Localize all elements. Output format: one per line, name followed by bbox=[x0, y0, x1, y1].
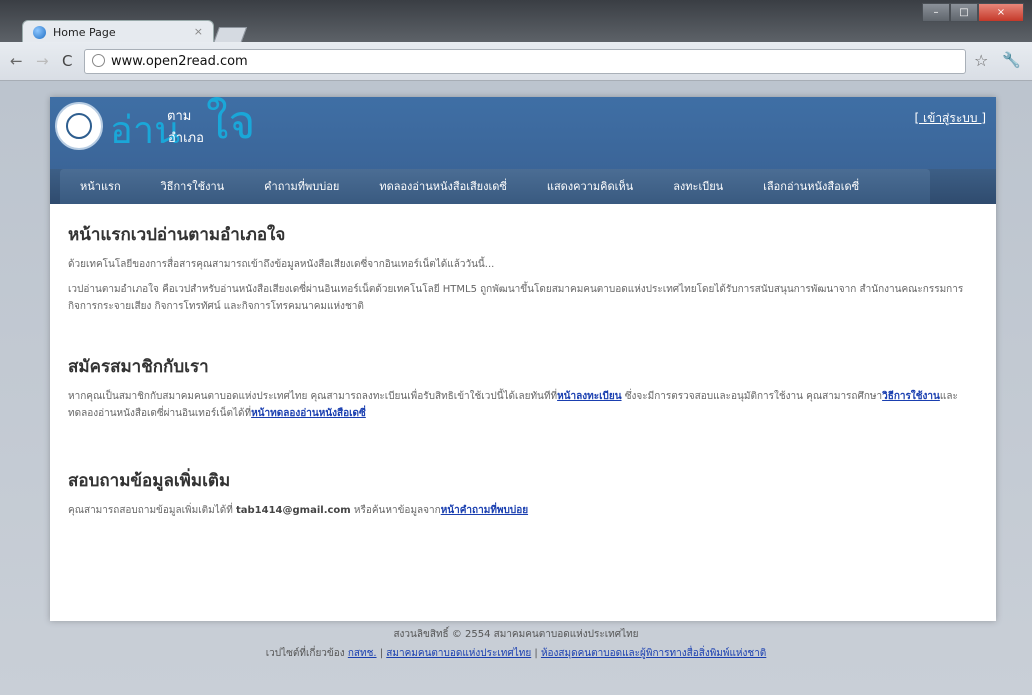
page-icon bbox=[92, 54, 105, 67]
browser-window: Home Page × – □ × ← → C www.open2read.co… bbox=[0, 0, 1032, 695]
footer-link-nbtc[interactable]: กสทช. bbox=[348, 648, 377, 659]
faq-page-link[interactable]: หน้าคำถามที่พบบ่อย bbox=[441, 505, 528, 516]
tab-title: Home Page bbox=[53, 26, 116, 39]
tab-close-icon[interactable]: × bbox=[194, 25, 203, 38]
login-link-wrap: [ เข้าสู่ระบบ ] bbox=[915, 109, 986, 128]
contact-text-1: คุณสามารถสอบถามข้อมูลเพิ่มเติมได้ที่ bbox=[68, 505, 236, 516]
page-container: อ่าน ตาม อำเภอ ใจ [ เข้าสู่ระบบ ] หน้าแร… bbox=[50, 97, 996, 621]
register-page-link[interactable]: หน้าลงทะเบียน bbox=[557, 391, 621, 402]
bookmark-star-icon[interactable]: ☆ bbox=[974, 51, 988, 70]
logo-emblem-icon bbox=[55, 102, 103, 150]
signup-title: สมัครสมาชิกกับเรา bbox=[68, 357, 209, 377]
signup-text-1: หากคุณเป็นสมาชิกกับสมาคมคนตาบอดแห่งประเท… bbox=[68, 391, 558, 402]
contact-title: สอบถามข้อมูลเพิ่มเติม bbox=[68, 471, 231, 491]
logo-text-big: ใจ bbox=[206, 95, 256, 149]
menu-item-feedback[interactable]: แสดงความคิดเห็น bbox=[527, 169, 653, 204]
signup-text: หากคุณเป็นสมาชิกกับสมาคมคนตาบอดแห่งประเท… bbox=[68, 388, 978, 422]
logo-text-top: ตาม bbox=[167, 109, 192, 124]
menu-item-howto[interactable]: วิธีการใช้งาน bbox=[141, 169, 245, 204]
howto-link[interactable]: วิธีการใช้งาน bbox=[882, 391, 940, 402]
address-bar[interactable]: www.open2read.com bbox=[84, 49, 966, 74]
page-viewport: อ่าน ตาม อำเภอ ใจ [ เข้าสู่ระบบ ] หน้าแร… bbox=[0, 81, 1032, 695]
menu-item-faq[interactable]: คำถามที่พบบ่อย bbox=[244, 169, 359, 204]
back-icon[interactable]: ← bbox=[10, 52, 23, 70]
copyright-text: สงวนลิขสิทธิ์ © 2554 สมาคมคนตาบอดแห่งประ… bbox=[393, 629, 639, 640]
related-links: เวปไซต์ที่เกี่ยวข้อง กสทช. | สมาคมคนตาบอ… bbox=[0, 646, 1032, 661]
menu-item-home[interactable]: หน้าแรก bbox=[60, 169, 141, 204]
intro-title: หน้าแรกเวปอ่านตามอำเภอใจ bbox=[68, 225, 286, 245]
title-bar: Home Page × – □ × bbox=[0, 0, 1032, 45]
footer-link-tab[interactable]: สมาคมคนตาบอดแห่งประเทศไทย bbox=[386, 648, 531, 659]
contact-section: สอบถามข้อมูลเพิ่มเติม คุณสามารถสอบถามข้อ… bbox=[68, 467, 978, 519]
signup-section: สมัครสมาชิกกับเรา หากคุณเป็นสมาชิกกับสมา… bbox=[68, 353, 978, 422]
related-links-label: เวปไซต์ที่เกี่ยวข้อง bbox=[265, 648, 348, 659]
footer-separator: | bbox=[531, 648, 541, 659]
intro-section: หน้าแรกเวปอ่านตามอำเภอใจ ด้วยเทคโนโลยีขอ… bbox=[68, 221, 978, 315]
reload-icon[interactable]: C bbox=[62, 52, 72, 70]
main-menu: หน้าแรก วิธีการใช้งาน คำถามที่พบบ่อย ทดล… bbox=[50, 169, 996, 204]
footer-separator: | bbox=[376, 648, 387, 659]
site-header: อ่าน ตาม อำเภอ ใจ [ เข้าสู่ระบบ ] bbox=[50, 97, 996, 169]
login-link[interactable]: [ เข้าสู่ระบบ ] bbox=[915, 111, 986, 125]
menu-item-trial[interactable]: ทดลองอ่านหนังสือเสียงเดซี่ bbox=[359, 169, 527, 204]
intro-text-1: ด้วยเทคโนโลยีของการสื่อสารคุณสามารถเข้าถ… bbox=[68, 259, 495, 270]
wrench-icon[interactable]: 🔧 bbox=[1002, 51, 1021, 69]
menu-item-register[interactable]: ลงทะเบียน bbox=[653, 169, 743, 204]
site-footer: สงวนลิขสิทธิ์ © 2554 สมาคมคนตาบอดแห่งประ… bbox=[0, 627, 1032, 661]
browser-toolbar: ← → C www.open2read.com ☆ 🔧 bbox=[0, 42, 1032, 81]
trial-page-link[interactable]: หน้าทดลองอ่านหนังสือเดซี่ bbox=[251, 408, 366, 419]
minimize-button[interactable]: – bbox=[922, 3, 950, 22]
logo-text-bottom: อำเภอ bbox=[168, 131, 204, 146]
address-text[interactable]: www.open2read.com bbox=[111, 54, 248, 69]
footer-link-library[interactable]: ห้องสมุดคนตาบอดและผู้พิการทางสื่อสิ่งพิม… bbox=[541, 648, 766, 659]
contact-email: tab1414@gmail.com bbox=[236, 505, 351, 516]
window-controls: – □ × bbox=[922, 3, 1024, 22]
forward-icon[interactable]: → bbox=[36, 52, 49, 70]
contact-text-2: หรือค้นหาข้อมูลจาก bbox=[350, 505, 441, 516]
favicon-icon bbox=[33, 26, 46, 39]
maximize-button[interactable]: □ bbox=[950, 3, 978, 22]
contact-text: คุณสามารถสอบถามข้อมูลเพิ่มเติมได้ที่ tab… bbox=[68, 502, 978, 519]
close-button[interactable]: × bbox=[978, 3, 1024, 22]
intro-text-2: เวปอ่านตามอำเภอใจ คือเวปสำหรับอ่านหนังสื… bbox=[68, 284, 964, 312]
signup-text-2: ซึ่งจะมีการตรวจสอบและอนุมัติการใช้งาน คุ… bbox=[621, 391, 883, 402]
menu-item-books[interactable]: เลือกอ่านหนังสือเดซี่ bbox=[743, 169, 879, 204]
menu-bar: หน้าแรก วิธีการใช้งาน คำถามที่พบบ่อย ทดล… bbox=[60, 169, 930, 204]
